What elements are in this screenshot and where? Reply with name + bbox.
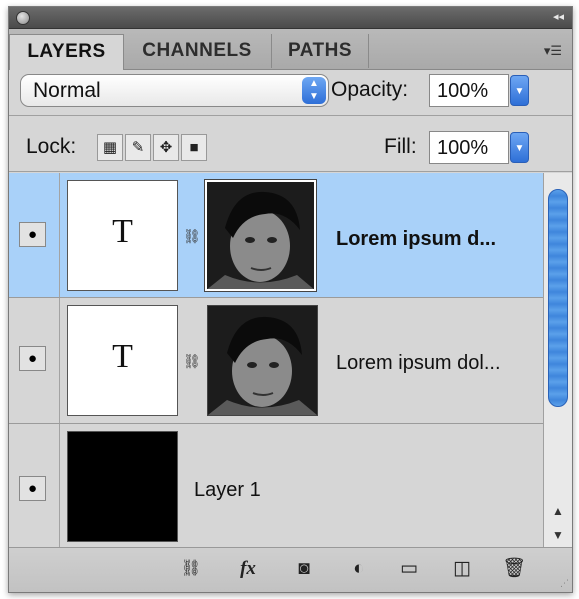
layers-panel: ◂◂ LAYERS CHANNELS PATHS ▾☰ Normal ▲ ▼ Op… bbox=[8, 6, 573, 593]
opacity-dropdown-icon[interactable]: ▼ bbox=[510, 75, 529, 106]
text-thumbnail-glyph: T bbox=[112, 213, 133, 250]
layer-name[interactable]: Lorem ipsum dol... bbox=[336, 352, 501, 375]
opacity-label: Opacity: bbox=[331, 78, 409, 101]
chain-link-icon[interactable]: ⛓ bbox=[183, 228, 201, 245]
scrollbar[interactable]: ▲ ▼ bbox=[543, 173, 572, 548]
bottom-toolbar: ⛓ fx ◙ ◐ ▭ ◫ 🗑 ⋰ bbox=[9, 547, 572, 592]
chain-link-icon[interactable]: ⛓ bbox=[183, 353, 201, 370]
portrait-image bbox=[208, 306, 317, 415]
brush-icon[interactable]: ✎ bbox=[125, 134, 151, 161]
scroll-down-icon[interactable]: ▼ bbox=[544, 523, 572, 547]
text-layer-thumbnail[interactable]: T bbox=[67, 305, 178, 416]
fill-input[interactable]: 100% bbox=[429, 131, 509, 164]
select-arrows-icon: ▲ ▼ bbox=[302, 77, 326, 104]
panel-titlebar: ◂◂ bbox=[9, 7, 572, 29]
tab-layers[interactable]: LAYERS bbox=[9, 34, 124, 70]
divider bbox=[9, 115, 572, 116]
scroll-up-icon[interactable]: ▲ bbox=[544, 499, 572, 523]
tab-paths[interactable]: PATHS bbox=[272, 34, 369, 68]
panel-menu-icon[interactable]: ▾☰ bbox=[544, 43, 562, 59]
divider bbox=[9, 171, 572, 172]
close-icon[interactable] bbox=[16, 11, 30, 25]
resize-grip-icon[interactable]: ⋰ bbox=[560, 578, 569, 589]
layer-row[interactable]: ● T ⛓ Lorem ipsum dol... bbox=[9, 298, 543, 424]
layer-row[interactable]: ● Layer 1 bbox=[9, 424, 543, 548]
adjustment-layer-icon[interactable]: ◐ bbox=[344, 558, 374, 580]
lock-label: Lock: bbox=[26, 135, 77, 158]
new-layer-icon[interactable]: ◫ bbox=[447, 558, 477, 580]
scrollbar-thumb[interactable] bbox=[548, 189, 568, 407]
photo-mask-thumbnail[interactable] bbox=[204, 179, 317, 292]
layer-thumbnail[interactable] bbox=[67, 431, 178, 542]
eye-icon[interactable]: ● bbox=[19, 346, 46, 371]
lock-transparent-pixels-icon[interactable]: ▦ bbox=[97, 134, 123, 161]
padlock-icon[interactable]: ■ bbox=[181, 134, 207, 161]
portrait-image bbox=[205, 180, 316, 291]
layer-name[interactable]: Layer 1 bbox=[194, 479, 261, 502]
text-thumbnail-glyph: T bbox=[112, 338, 133, 375]
fill-dropdown-icon[interactable]: ▼ bbox=[510, 132, 529, 163]
photo-mask-thumbnail[interactable] bbox=[207, 305, 318, 416]
layer-name[interactable]: Lorem ipsum d... bbox=[336, 228, 496, 251]
folder-icon[interactable]: ▭ bbox=[394, 558, 424, 580]
add-mask-icon[interactable]: ◙ bbox=[289, 558, 319, 580]
visibility-column: ● bbox=[9, 424, 60, 548]
fill-label: Fill: bbox=[384, 135, 417, 158]
eye-icon[interactable]: ● bbox=[19, 476, 46, 501]
visibility-column: ● bbox=[9, 173, 60, 297]
trash-icon[interactable]: 🗑 bbox=[499, 558, 529, 580]
layer-row[interactable]: ● T ⛓ Lorem ipsum d... bbox=[9, 173, 543, 298]
fx-icon[interactable]: fx bbox=[231, 558, 265, 580]
opacity-input[interactable]: 100% bbox=[429, 74, 509, 107]
eye-icon[interactable]: ● bbox=[19, 222, 46, 247]
link-layers-icon[interactable]: ⛓ bbox=[174, 558, 208, 580]
collapse-icon[interactable]: ◂◂ bbox=[553, 10, 564, 23]
move-icon[interactable]: ✥ bbox=[153, 134, 179, 161]
tab-bar: LAYERS CHANNELS PATHS ▾☰ bbox=[9, 29, 572, 70]
visibility-column: ● bbox=[9, 298, 60, 423]
tab-channels[interactable]: CHANNELS bbox=[123, 34, 272, 68]
blend-mode-value: Normal bbox=[33, 79, 101, 102]
blend-mode-select[interactable]: Normal ▲ ▼ bbox=[20, 74, 329, 107]
layer-list: ● T ⛓ Lorem ipsum d... ● T ⛓ Lorem ipsum… bbox=[9, 173, 543, 548]
text-layer-thumbnail[interactable]: T bbox=[67, 180, 178, 291]
